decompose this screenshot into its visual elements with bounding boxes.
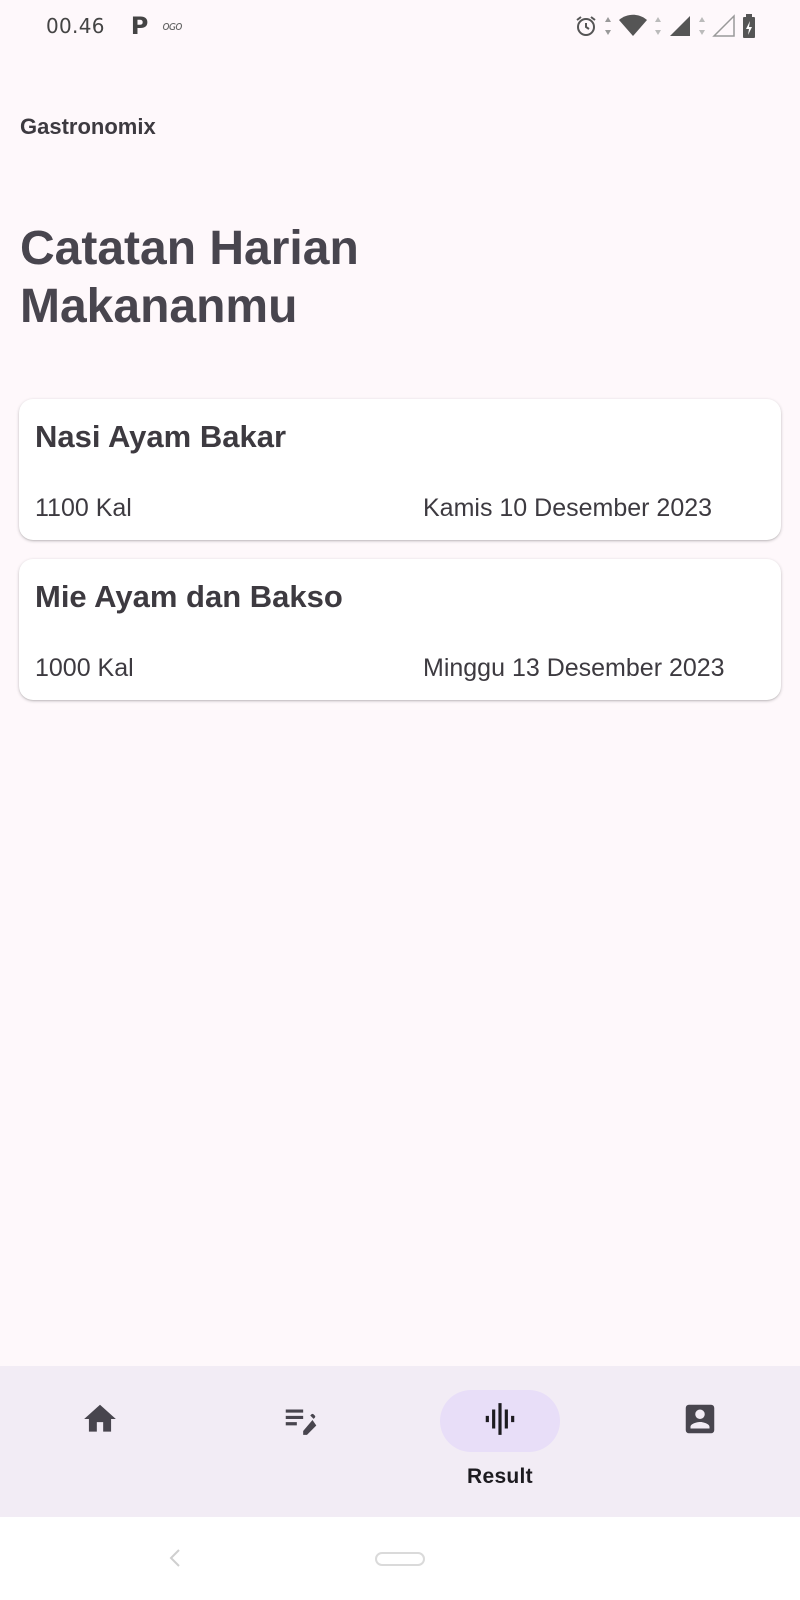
food-date: Kamis 10 Desember 2023	[423, 494, 713, 522]
edit-note-icon	[281, 1400, 319, 1443]
home-icon	[81, 1400, 119, 1443]
food-log-card[interactable]: Nasi Ayam Bakar 1100 Kal Kamis 10 Desemb…	[19, 399, 781, 540]
back-icon[interactable]	[160, 1543, 190, 1573]
status-time: 00.46	[46, 14, 105, 38]
nav-indicator	[640, 1390, 760, 1452]
food-name: Nasi Ayam Bakar	[35, 419, 287, 454]
food-calories: 1000 Kal	[35, 654, 134, 682]
signal-icon	[668, 14, 692, 38]
app-title: Gastronomix	[20, 114, 156, 139]
status-icons	[574, 13, 756, 39]
bottom-navigation: Result	[0, 1366, 800, 1517]
food-date: Minggu 13 Desember 2023	[423, 654, 725, 682]
status-bar: 00.46 P ᴏɢᴏ	[0, 0, 800, 52]
account-box-icon	[681, 1400, 719, 1443]
battery-icon	[742, 13, 756, 39]
alarm-icon	[574, 14, 598, 38]
nav-item-notes[interactable]	[230, 1390, 370, 1500]
wifi-icon	[618, 14, 648, 38]
signal-empty-icon	[712, 14, 736, 38]
nav-item-result[interactable]: Result	[430, 1390, 570, 1500]
food-log-card[interactable]: Mie Ayam dan Bakso 1000 Kal Minggu 13 De…	[19, 559, 781, 700]
data-arrows-icon	[604, 15, 612, 37]
home-handle-icon[interactable]	[374, 1549, 426, 1569]
nav-indicator	[240, 1390, 360, 1452]
nav-item-home[interactable]	[30, 1390, 170, 1500]
audio-wave-icon	[481, 1400, 519, 1443]
data-arrows-icon	[698, 15, 706, 37]
notification-icons: ᴏɢᴏ	[162, 19, 182, 33]
data-arrows-icon	[654, 15, 662, 37]
food-log-list: Nasi Ayam Bakar 1100 Kal Kamis 10 Desemb…	[19, 399, 781, 719]
food-name: Mie Ayam dan Bakso	[35, 579, 343, 614]
nav-item-profile[interactable]	[630, 1390, 770, 1500]
system-navigation-bar	[0, 1517, 800, 1600]
parking-app-icon: P	[130, 12, 149, 40]
nav-label-result: Result	[467, 1465, 533, 1488]
nav-active-indicator	[440, 1390, 560, 1452]
nav-indicator	[40, 1390, 160, 1452]
food-calories: 1100 Kal	[35, 494, 132, 522]
page-title: Catatan Harian Makananmu	[20, 222, 359, 333]
